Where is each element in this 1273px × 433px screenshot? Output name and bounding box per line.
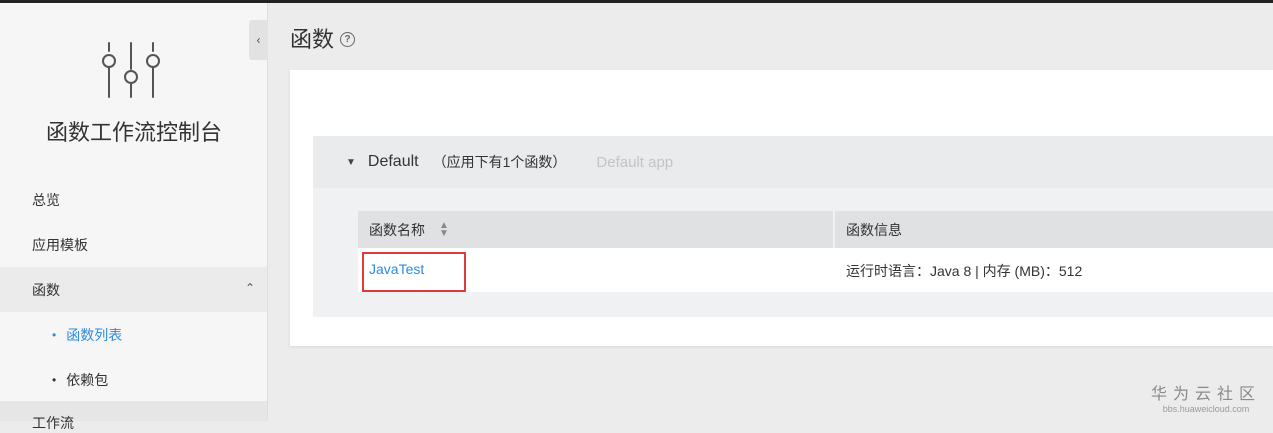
chevron-left-icon: ‹ <box>256 33 261 47</box>
sliders-icon <box>102 42 160 98</box>
sidebar-subitem-label: 依赖包 <box>66 371 109 388</box>
page-title-text: 函数 <box>290 27 335 52</box>
app-description: Default app <box>596 153 674 171</box>
console-title: 函数工作流控制台 <box>45 120 222 145</box>
column-header-label: 函数信息 <box>846 221 902 238</box>
sort-icon[interactable]: ▲ ▼ <box>439 220 449 238</box>
sidebar-item-templates[interactable]: 应用模板 <box>0 222 267 267</box>
sidebar-subitem-function-list[interactable]: • 函数列表 <box>0 312 267 357</box>
table-row: JavaTest 运行时语言：Java 8 | 内存 (MB)：512 <box>358 248 1273 292</box>
app-function-count: （应用下有1个函数） <box>432 154 567 170</box>
app-name: Default <box>367 153 419 170</box>
column-header-label: 函数名称 <box>369 221 425 238</box>
sidebar-collapse-button[interactable]: ‹ <box>249 20 268 60</box>
help-icon[interactable]: ? <box>340 32 356 47</box>
bullet-icon: • <box>52 327 57 342</box>
column-header-name[interactable]: 函数名称 ▲ ▼ <box>358 211 834 248</box>
function-info: 运行时语言：Java 8 | 内存 (MB)：512 <box>846 263 1083 279</box>
app-header[interactable]: ▼ Default （应用下有1个函数） Default app <box>313 136 1273 188</box>
sidebar-subitem-label: 函数列表 <box>66 326 123 343</box>
sidebar-item-label: 工作流 <box>32 415 74 431</box>
column-header-info: 函数信息 <box>835 211 1273 248</box>
sidebar-item-workflow[interactable]: 工作流 <box>0 401 267 431</box>
sidebar-item-overview[interactable]: 总览 <box>0 177 267 222</box>
function-name-link[interactable]: JavaTest <box>369 261 424 277</box>
sidebar-item-label: 函数 <box>32 281 60 298</box>
sidebar-item-label: 应用模板 <box>32 236 88 253</box>
page-title: 函数 ? <box>290 22 356 54</box>
sidebar-item-functions[interactable]: 函数 ⌃ <box>0 267 267 312</box>
chevron-up-icon: ⌃ <box>244 281 255 295</box>
sidebar-item-label: 总览 <box>32 191 60 208</box>
bullet-icon: • <box>52 372 57 387</box>
sidebar: ‹ 函数工作流控制台 总览 应用模板 函数 ⌃ • 函数列表 • 依赖包 工作流 <box>0 3 268 431</box>
watermark-url: bbs.huaweicloud.com <box>1162 404 1250 414</box>
caret-down-icon[interactable]: ▼ <box>346 157 356 168</box>
sidebar-subitem-dependencies[interactable]: • 依赖包 <box>0 357 267 402</box>
watermark: 华为云社区 bbs.huaweicloud.com <box>1151 380 1261 414</box>
watermark-title: 华为云社区 <box>1151 386 1262 403</box>
